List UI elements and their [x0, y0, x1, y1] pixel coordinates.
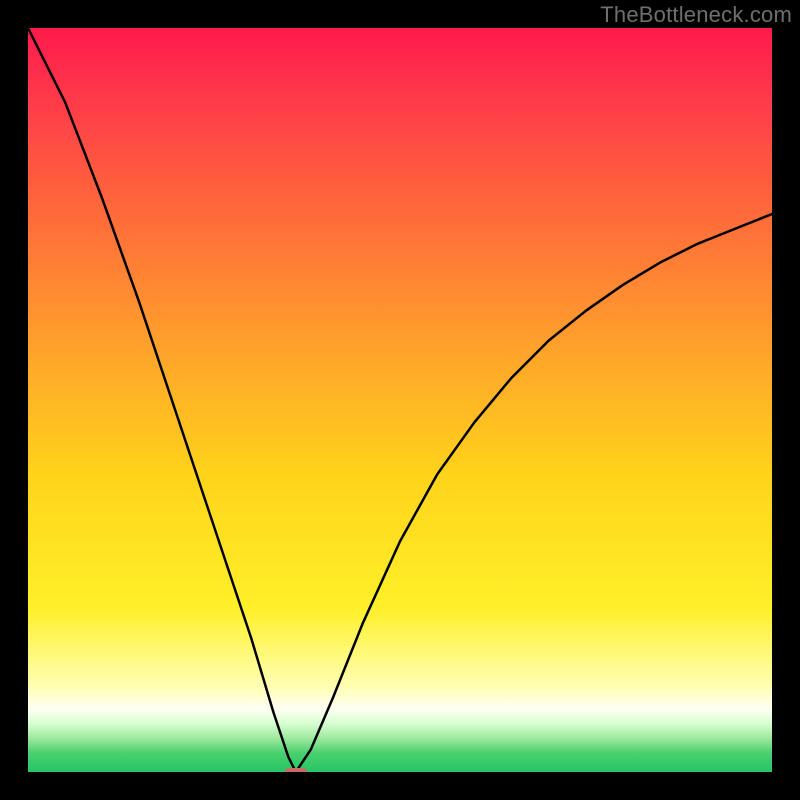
- watermark-text: TheBottleneck.com: [600, 2, 792, 28]
- bottleneck-curve: [28, 28, 772, 772]
- plot-area: [28, 28, 772, 772]
- curve-path: [28, 28, 772, 772]
- image-frame: TheBottleneck.com: [0, 0, 800, 800]
- minimum-marker: [285, 768, 307, 772]
